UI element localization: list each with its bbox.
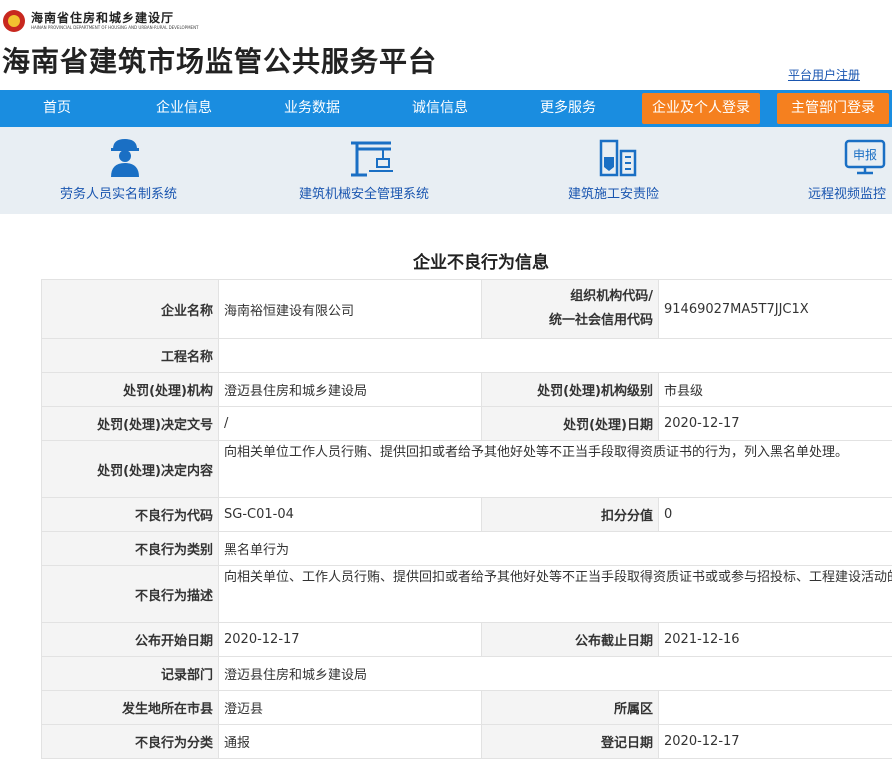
register-date-label: 登记日期: [481, 724, 659, 759]
table-row: 企业名称 海南裕恒建设有限公司 组织机构代码/ 统一社会信用代码 9146902…: [41, 279, 892, 339]
org-code-label: 组织机构代码/ 统一社会信用代码: [481, 279, 659, 339]
system-label-video: 远程视频监控: [808, 187, 887, 202]
table-row: 工程名称: [41, 338, 892, 373]
nav-business-data[interactable]: 业务数据: [284, 90, 340, 127]
violation-info-table: 企业名称 海南裕恒建设有限公司 组织机构代码/ 统一社会信用代码 9146902…: [41, 279, 892, 759]
system-link-video[interactable]: 申报 远程视频监控: [805, 127, 892, 214]
site-header: 海南省住房和城乡建设厅 HAINAN PROVINCIAL DEPARTMENT…: [0, 0, 892, 90]
org-code-value: 91469027MA5T7JJC1X: [658, 279, 892, 339]
penalty-org-label: 处罚(处理)机构: [41, 372, 219, 407]
project-name-value: [218, 338, 892, 373]
penalty-date-value: 2020-12-17: [658, 406, 892, 441]
report-icon-text: 申报: [853, 147, 877, 162]
behavior-class-value: 通报: [218, 724, 482, 759]
behavior-desc-value: 向相关单位、工作人员行贿、提供回扣或者给予其他好处等不正当手段取得资质证书或或参…: [218, 565, 892, 623]
penalty-org-value: 澄迈县住房和城乡建设局: [218, 372, 482, 407]
table-row: 处罚(处理)决定内容 向相关单位工作人员行贿、提供回扣或者给予其他好处等不正当手…: [41, 440, 892, 498]
publish-end-value: 2021-12-16: [658, 622, 892, 657]
nav-more-services[interactable]: 更多服务: [540, 90, 596, 127]
penalty-date-label: 处罚(处理)日期: [481, 406, 659, 441]
system-link-labor[interactable]: 劳务人员实名制系统: [55, 127, 195, 214]
behavior-category-value: 黑名单行为: [218, 531, 892, 566]
nav-credit-info[interactable]: 诚信信息: [412, 90, 468, 127]
decision-content-value: 向相关单位工作人员行贿、提供回扣或者给予其他好处等不正当手段取得资质证书的行为，…: [218, 440, 892, 498]
org-code-label-line1: 组织机构代码/: [570, 289, 653, 304]
behavior-code-value: SG-C01-04: [218, 497, 482, 532]
company-name-label: 企业名称: [41, 279, 219, 339]
record-dept-label: 记录部门: [41, 656, 219, 691]
org-code-label-line2: 统一社会信用代码: [548, 313, 653, 328]
behavior-class-label: 不良行为分类: [41, 724, 219, 759]
building-shield-icon: [599, 139, 637, 177]
department-name: 海南省住房和城乡建设厅: [31, 11, 175, 25]
department-name-en: HAINAN PROVINCIAL DEPARTMENT OF HOUSING …: [31, 25, 199, 30]
admin-login-button[interactable]: 主管部门登录: [777, 93, 889, 124]
location-city-value: 澄迈县: [218, 690, 482, 725]
system-label-machinery: 建筑机械安全管理系统: [299, 187, 430, 202]
publish-start-value: 2020-12-17: [218, 622, 482, 657]
decision-content-label: 处罚(处理)决定内容: [41, 440, 219, 498]
table-row: 不良行为代码 SG-C01-04 扣分分值 0: [41, 497, 892, 532]
project-name-label: 工程名称: [41, 338, 219, 373]
enterprise-login-button[interactable]: 企业及个人登录: [642, 93, 760, 124]
table-row: 不良行为分类 通报 登记日期 2020-12-17: [41, 724, 892, 759]
location-city-label: 发生地所在市县: [41, 690, 219, 725]
system-link-insurance[interactable]: 建筑施工安责险: [565, 127, 675, 214]
table-row: 不良行为类别 黑名单行为: [41, 531, 892, 566]
decision-doc-value: /: [218, 406, 482, 441]
publish-start-label: 公布开始日期: [41, 622, 219, 657]
behavior-category-label: 不良行为类别: [41, 531, 219, 566]
worker-icon: [111, 139, 139, 177]
decision-doc-label: 处罚(处理)决定文号: [41, 406, 219, 441]
district-label: 所属区: [481, 690, 659, 725]
penalty-org-level-label: 处罚(处理)机构级别: [481, 372, 659, 407]
deduct-score-label: 扣分分值: [481, 497, 659, 532]
table-row: 不良行为描述 向相关单位、工作人员行贿、提供回扣或者给予其他好处等不正当手段取得…: [41, 565, 892, 623]
main-nav: 首页 企业信息 业务数据 诚信信息 更多服务 企业及个人登录 主管部门登录: [0, 90, 892, 127]
table-row: 记录部门 澄迈县住房和城乡建设局: [41, 656, 892, 691]
system-label-insurance: 建筑施工安责险: [568, 187, 660, 202]
district-value: [658, 690, 892, 725]
system-links-bar: 劳务人员实名制系统 建筑机械安全管理系统 建筑施工安责险 申报 远程视频监控: [0, 127, 892, 214]
publish-end-label: 公布截止日期: [481, 622, 659, 657]
behavior-code-label: 不良行为代码: [41, 497, 219, 532]
system-link-machinery[interactable]: 建筑机械安全管理系统: [295, 127, 445, 214]
behavior-desc-label: 不良行为描述: [41, 565, 219, 623]
site-title: 海南省建筑市场监管公共服务平台: [2, 45, 438, 78]
record-dept-value: 澄迈县住房和城乡建设局: [218, 656, 892, 691]
monitor-report-icon: 申报: [844, 139, 886, 175]
national-emblem-icon: [3, 10, 25, 32]
table-row: 处罚(处理)决定文号 / 处罚(处理)日期 2020-12-17: [41, 406, 892, 441]
tower-crane-icon: [351, 141, 393, 177]
register-link[interactable]: 平台用户注册: [788, 66, 860, 83]
system-label-labor: 劳务人员实名制系统: [60, 187, 178, 202]
deduct-score-value: 0: [658, 497, 892, 532]
register-date-value: 2020-12-17: [658, 724, 892, 759]
nav-home[interactable]: 首页: [43, 90, 71, 127]
department-logo[interactable]: 海南省住房和城乡建设厅 HAINAN PROVINCIAL DEPARTMENT…: [3, 8, 199, 34]
table-row: 发生地所在市县 澄迈县 所属区: [41, 690, 892, 725]
table-row: 公布开始日期 2020-12-17 公布截止日期 2021-12-16: [41, 622, 892, 657]
page-title: 企业不良行为信息: [413, 253, 549, 273]
nav-enterprise-info[interactable]: 企业信息: [156, 90, 212, 127]
company-name-value: 海南裕恒建设有限公司: [218, 279, 482, 339]
table-row: 处罚(处理)机构 澄迈县住房和城乡建设局 处罚(处理)机构级别 市县级: [41, 372, 892, 407]
penalty-org-level-value: 市县级: [658, 372, 892, 407]
